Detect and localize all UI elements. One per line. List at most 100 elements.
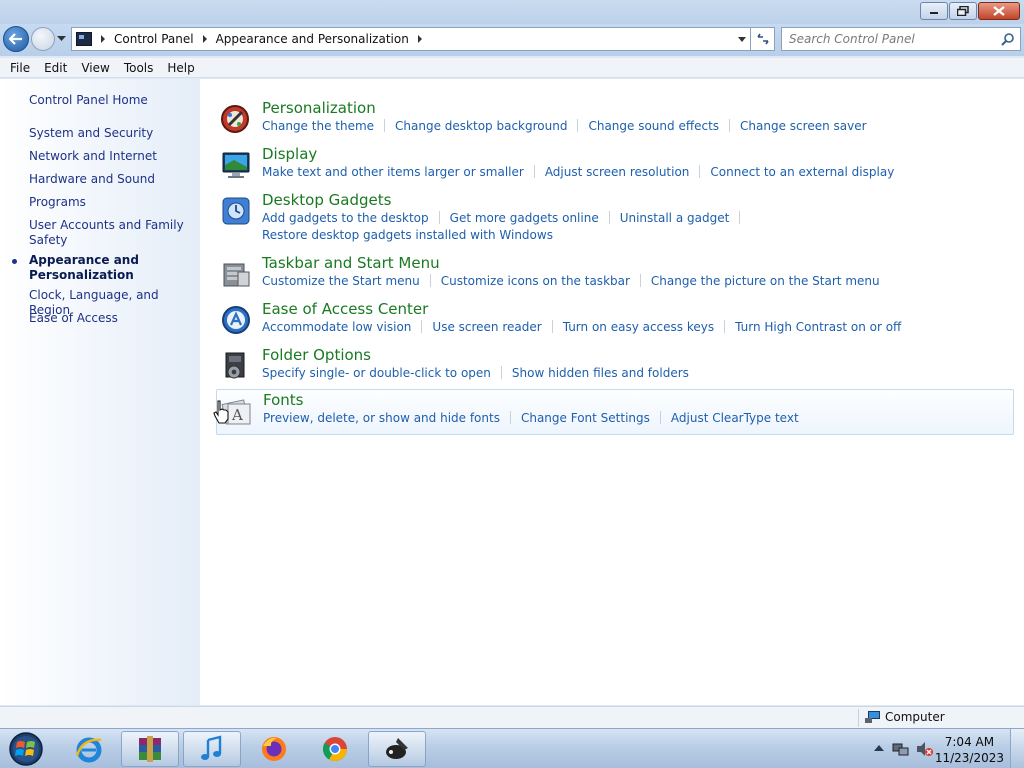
link-separator: [699, 165, 701, 178]
category-folder-options: Folder Options Specify single- or double…: [216, 346, 1014, 386]
category-personalization: Personalization Change the theme Change d…: [216, 99, 1014, 139]
link-screen-reader[interactable]: Use screen reader: [432, 319, 541, 336]
category-title[interactable]: Display: [262, 145, 317, 163]
refresh-button[interactable]: [751, 27, 775, 51]
sidebar-item-network[interactable]: Network and Internet: [29, 149, 194, 164]
sidebar-item-programs[interactable]: Programs: [29, 195, 194, 210]
link-change-desktop-background[interactable]: Change desktop background: [395, 118, 567, 135]
minimize-button[interactable]: [920, 2, 948, 20]
link-separator: [509, 411, 511, 424]
forward-button[interactable]: [31, 27, 55, 51]
category-title[interactable]: Taskbar and Start Menu: [262, 254, 440, 272]
link-preview-fonts[interactable]: Preview, delete, or show and hide fonts: [263, 410, 500, 427]
menu-file[interactable]: File: [3, 61, 37, 75]
link-single-double-click[interactable]: Specify single- or double-click to open: [262, 365, 491, 382]
link-restore-gadgets[interactable]: Restore desktop gadgets installed with W…: [262, 227, 553, 244]
link-separator: [577, 119, 579, 132]
link-make-text-larger[interactable]: Make text and other items larger or smal…: [262, 164, 524, 181]
category-title[interactable]: Ease of Access Center: [262, 300, 428, 318]
network-icon[interactable]: [892, 741, 910, 757]
link-separator: [429, 274, 431, 287]
link-separator: [659, 411, 661, 424]
breadcrumb-appearance[interactable]: Appearance and Personalization: [216, 32, 409, 46]
link-change-theme[interactable]: Change the theme: [262, 118, 374, 135]
sidebar-item-ease-of-access[interactable]: Ease of Access: [29, 311, 194, 326]
sidebar-item-appearance[interactable]: Appearance and Personalization: [29, 253, 194, 283]
link-add-gadgets[interactable]: Add gadgets to the desktop: [262, 210, 429, 227]
taskbar-winrar[interactable]: [121, 731, 179, 767]
show-desktop-button[interactable]: [1010, 729, 1024, 768]
category-title[interactable]: Desktop Gadgets: [262, 191, 391, 209]
category-fonts[interactable]: A Fonts Preview, delete, or show and hid…: [213, 389, 1014, 435]
sidebar-item-system-security[interactable]: System and Security: [29, 126, 194, 141]
winrar-icon: [139, 736, 161, 762]
link-high-contrast[interactable]: Turn High Contrast on or off: [735, 319, 901, 336]
breadcrumb-arrow-icon[interactable]: [202, 35, 207, 43]
window-controls: [919, 2, 1020, 20]
clock[interactable]: 7:04 AM 11/23/2023: [935, 734, 1004, 766]
link-change-sound-effects[interactable]: Change sound effects: [588, 118, 719, 135]
taskbar-itunes[interactable]: [183, 731, 241, 767]
menu-tools[interactable]: Tools: [117, 61, 161, 75]
maximize-button[interactable]: [949, 2, 977, 20]
back-button[interactable]: [3, 26, 29, 52]
taskbar-control-panel-window[interactable]: [368, 731, 426, 767]
link-separator: [384, 119, 386, 132]
link-show-hidden-files[interactable]: Show hidden files and folders: [512, 365, 689, 382]
link-change-screen-saver[interactable]: Change screen saver: [740, 118, 867, 135]
link-uninstall-gadget[interactable]: Uninstall a gadget: [620, 210, 730, 227]
sidebar-item-control-panel-home[interactable]: Control Panel Home: [29, 93, 194, 108]
address-bar[interactable]: Control Panel Appearance and Personaliza…: [71, 27, 751, 51]
category-title[interactable]: Folder Options: [262, 346, 371, 364]
search-icon[interactable]: [1001, 32, 1015, 46]
refresh-icon: [756, 33, 769, 45]
sidebar-item-user-accounts[interactable]: User Accounts and Family Safety: [29, 218, 194, 248]
minimize-icon: [930, 12, 938, 14]
link-adjust-resolution[interactable]: Adjust screen resolution: [545, 164, 690, 181]
category-desktop-gadgets: Desktop Gadgets Add gadgets to the deskt…: [216, 191, 1014, 248]
link-separator: [608, 211, 610, 224]
show-hidden-icons-icon[interactable]: [874, 744, 884, 752]
link-separator: [739, 211, 741, 224]
category-title[interactable]: Fonts: [263, 391, 303, 409]
internet-explorer-icon: [75, 737, 102, 763]
taskbar-firefox[interactable]: [245, 731, 303, 767]
search-input[interactable]: [789, 32, 994, 46]
category-links: Specify single- or double-click to open S…: [262, 365, 1002, 382]
category-links: Customize the Start menu Customize icons …: [262, 273, 1002, 290]
menu-view[interactable]: View: [74, 61, 116, 75]
menu-help[interactable]: Help: [160, 61, 201, 75]
search-box[interactable]: [781, 27, 1021, 51]
restore-icon: [957, 6, 969, 16]
category-links: Preview, delete, or show and hide fonts C…: [263, 410, 1003, 427]
recent-pages-dropdown-icon[interactable]: [57, 36, 66, 42]
close-button[interactable]: [978, 2, 1020, 20]
link-low-vision[interactable]: Accommodate low vision: [262, 319, 411, 336]
start-orb-icon[interactable]: [6, 731, 46, 767]
link-connect-external-display[interactable]: Connect to an external display: [710, 164, 894, 181]
link-separator: [500, 366, 502, 379]
close-icon: [993, 6, 1005, 16]
back-arrow-icon: [9, 33, 22, 45]
paint-icon: [386, 738, 408, 759]
link-adjust-cleartype[interactable]: Adjust ClearType text: [671, 410, 799, 427]
chrome-icon: [322, 737, 347, 762]
taskbar-chrome[interactable]: [306, 731, 364, 767]
address-history-dropdown-icon[interactable]: [738, 37, 746, 42]
sidebar-item-hardware-sound[interactable]: Hardware and Sound: [29, 172, 194, 187]
menu-edit[interactable]: Edit: [37, 61, 74, 75]
breadcrumb-arrow-icon[interactable]: [101, 35, 105, 43]
clock-time: 7:04 AM: [944, 735, 995, 749]
volume-muted-icon[interactable]: [916, 741, 934, 757]
link-easy-access-keys[interactable]: Turn on easy access keys: [563, 319, 714, 336]
breadcrumb-arrow-icon[interactable]: [417, 35, 422, 43]
link-customize-start-menu[interactable]: Customize the Start menu: [262, 273, 420, 290]
link-get-more-gadgets[interactable]: Get more gadgets online: [450, 210, 599, 227]
link-change-font-settings[interactable]: Change Font Settings: [521, 410, 650, 427]
link-customize-taskbar-icons[interactable]: Customize icons on the taskbar: [441, 273, 630, 290]
taskbar-internet-explorer[interactable]: [60, 731, 118, 767]
taskbar-icon: [223, 263, 250, 287]
category-title[interactable]: Personalization: [262, 99, 376, 117]
link-change-start-picture[interactable]: Change the picture on the Start menu: [651, 273, 880, 290]
breadcrumb-control-panel[interactable]: Control Panel: [114, 32, 194, 46]
